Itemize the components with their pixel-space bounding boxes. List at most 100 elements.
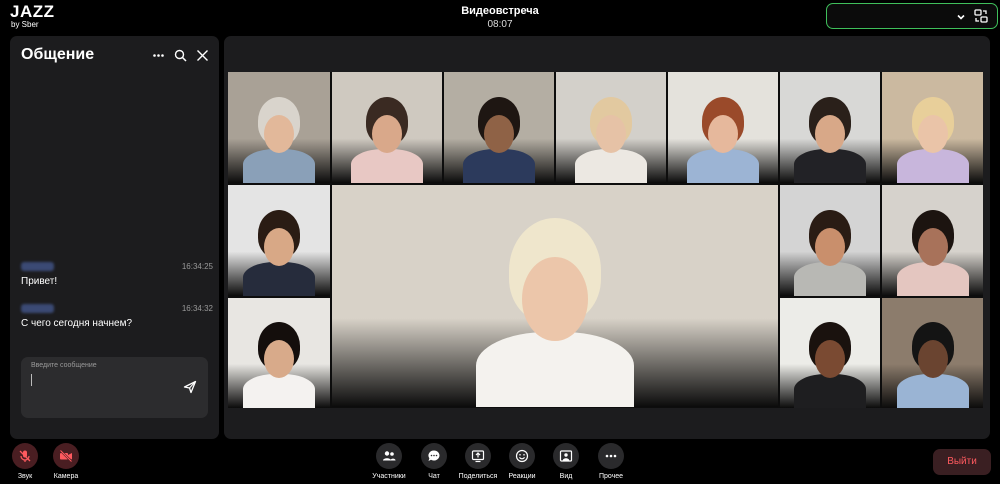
camera-button[interactable]: Камера bbox=[41, 443, 91, 481]
participant-face bbox=[372, 115, 402, 153]
view-label: Вид bbox=[559, 473, 573, 480]
participant-video-tile bbox=[332, 72, 442, 183]
meeting-title: Видеовстреча bbox=[461, 5, 539, 17]
share-button[interactable]: Поделиться bbox=[453, 443, 503, 481]
swap-screen-icon[interactable] bbox=[974, 9, 988, 23]
participant-figure bbox=[347, 95, 427, 183]
participant-figure bbox=[683, 95, 763, 183]
more-button[interactable]: Прочее bbox=[586, 443, 636, 481]
participant-torso bbox=[243, 374, 315, 408]
chat-icon[interactable] bbox=[421, 443, 447, 469]
share-label: Поделиться bbox=[458, 473, 498, 480]
more-options-icon[interactable] bbox=[598, 443, 624, 469]
participant-torso bbox=[896, 149, 969, 183]
chat-label: Чат bbox=[428, 473, 440, 480]
close-icon[interactable] bbox=[196, 49, 209, 62]
participant-figure bbox=[893, 208, 973, 296]
view-button[interactable]: Вид bbox=[541, 443, 591, 481]
participant-face bbox=[264, 228, 294, 266]
participant-torso bbox=[243, 149, 315, 183]
participant-figure bbox=[571, 95, 651, 183]
mic-off-icon[interactable] bbox=[12, 443, 38, 469]
search-icon[interactable] bbox=[174, 49, 187, 62]
participant-torso bbox=[463, 149, 535, 183]
top-dropdown-control[interactable] bbox=[826, 3, 998, 29]
message-text: С чего сегодня начнем? bbox=[21, 318, 133, 329]
participant-video-tile bbox=[780, 298, 880, 408]
participant-figure bbox=[239, 95, 319, 183]
participant-torso bbox=[896, 262, 969, 296]
leave-button[interactable]: Выйти bbox=[933, 449, 991, 475]
participant-face bbox=[484, 115, 514, 153]
participant-video-tile bbox=[228, 72, 330, 183]
participant-face bbox=[264, 115, 294, 153]
participant-face bbox=[596, 115, 626, 153]
participants-button[interactable]: Участники bbox=[364, 443, 414, 481]
participant-face bbox=[917, 115, 948, 153]
message-input-placeholder: Введите сообщение bbox=[31, 362, 97, 369]
participant-torso bbox=[243, 262, 315, 296]
top-bar: JAZZ by Sber Видеовстреча 08:07 bbox=[0, 0, 1000, 34]
text-caret bbox=[31, 374, 32, 386]
send-icon[interactable] bbox=[183, 380, 197, 394]
participant-torso bbox=[794, 262, 866, 296]
chat-button[interactable]: Чат bbox=[409, 443, 459, 481]
participant-video-tile bbox=[780, 72, 880, 183]
chat-panel: Общение 16:34:25 Привет! 16:34:32 С чего… bbox=[10, 36, 219, 439]
participant-figure bbox=[459, 95, 539, 183]
participant-face bbox=[815, 228, 845, 266]
participant-video-tile bbox=[882, 72, 983, 183]
participant-figure bbox=[790, 208, 870, 296]
participant-figure bbox=[467, 213, 643, 407]
participant-face bbox=[708, 115, 738, 153]
video-panel bbox=[224, 36, 990, 439]
participant-video-tile bbox=[556, 72, 666, 183]
participant-video-tile bbox=[228, 298, 330, 408]
participant-torso bbox=[687, 149, 759, 183]
participant-face bbox=[522, 257, 588, 341]
participant-torso bbox=[794, 374, 866, 408]
participant-figure bbox=[239, 208, 319, 296]
participant-video-tile bbox=[882, 298, 983, 408]
participant-face bbox=[264, 340, 294, 378]
participant-torso bbox=[896, 374, 969, 408]
meeting-timer: 08:07 bbox=[487, 19, 513, 30]
share-screen-icon[interactable] bbox=[465, 443, 491, 469]
participant-torso bbox=[575, 149, 647, 183]
reactions-button[interactable]: Реакции bbox=[497, 443, 547, 481]
bottom-toolbar: Звук Камера Участники Чат Поделиться Реа… bbox=[0, 441, 1000, 484]
chat-toolbar bbox=[152, 49, 209, 62]
participant-figure bbox=[893, 320, 973, 408]
participant-figure bbox=[790, 95, 870, 183]
participant-face bbox=[815, 115, 845, 153]
participants-label: Участники bbox=[372, 473, 406, 480]
reactions-icon[interactable] bbox=[509, 443, 535, 469]
participant-video-tile bbox=[780, 185, 880, 296]
participant-torso bbox=[794, 149, 866, 183]
chat-title: Общение bbox=[21, 46, 95, 63]
chevron-down-icon[interactable] bbox=[955, 10, 967, 22]
participant-video-tile bbox=[332, 185, 778, 407]
participant-torso bbox=[351, 149, 423, 183]
more-icon[interactable] bbox=[152, 49, 165, 62]
participant-figure bbox=[893, 95, 973, 183]
message-input[interactable]: Введите сообщение bbox=[21, 357, 208, 418]
message-author-blurred bbox=[21, 304, 54, 313]
meeting-title-block: Видеовстреча 08:07 bbox=[400, 5, 600, 32]
message-time: 16:34:25 bbox=[181, 262, 213, 271]
participant-face bbox=[815, 340, 845, 378]
logo-subtext: by Sber bbox=[11, 20, 39, 29]
message-time: 16:34:32 bbox=[181, 304, 213, 313]
jazz-logo: JAZZ by Sber bbox=[10, 3, 55, 29]
participant-face bbox=[917, 340, 948, 378]
reactions-label: Реакции bbox=[508, 473, 536, 480]
camera-off-icon[interactable] bbox=[53, 443, 79, 469]
participant-video-tile bbox=[228, 185, 330, 296]
camera-label: Камера bbox=[53, 473, 79, 480]
participant-video-tile bbox=[444, 72, 554, 183]
participant-video-grid bbox=[228, 72, 983, 408]
participants-icon[interactable] bbox=[376, 443, 402, 469]
view-icon[interactable] bbox=[553, 443, 579, 469]
message-text: Привет! bbox=[21, 276, 58, 287]
participant-face bbox=[917, 228, 948, 266]
